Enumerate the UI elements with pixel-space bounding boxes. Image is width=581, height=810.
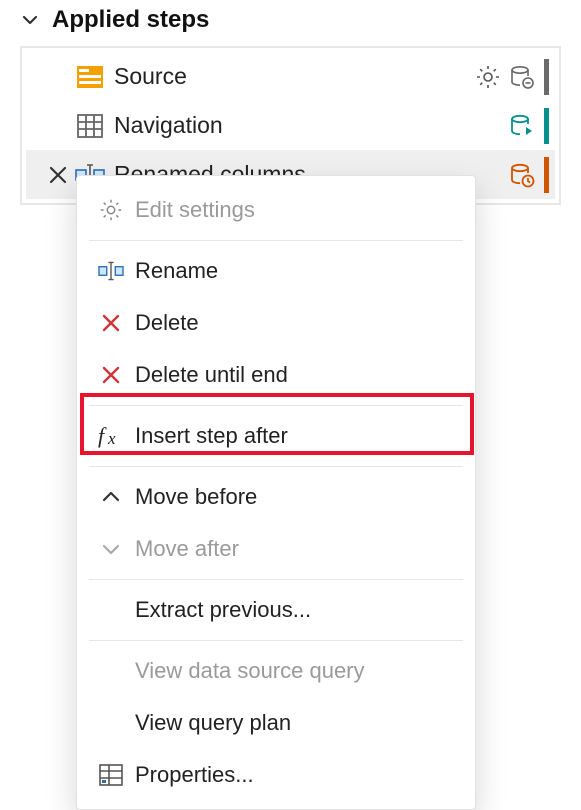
menu-view-data-source-query: View data source query [77,645,475,697]
step-actions [508,157,549,193]
step-actions [474,59,549,95]
database-refresh-icon[interactable] [508,112,536,140]
menu-label: Delete [131,310,199,336]
accent-bar [544,59,549,95]
accent-bar [544,157,549,193]
menu-separator [89,640,463,641]
database-remove-icon[interactable] [508,63,536,91]
menu-label: View query plan [131,710,291,736]
menu-label: Insert step after [131,423,288,449]
delete-step-icon[interactable] [44,164,72,186]
menu-separator [89,466,463,467]
step-row-navigation[interactable]: Navigation [26,101,555,150]
menu-move-before[interactable]: Move before [77,471,475,523]
menu-properties[interactable]: Properties... [77,749,475,801]
chevron-down-icon [91,538,131,560]
svg-text:f: f [98,423,107,448]
menu-move-after: Move after [77,523,475,575]
menu-label: Extract previous... [131,597,311,623]
menu-label: Delete until end [131,362,288,388]
svg-text:x: x [107,429,116,448]
properties-icon [91,761,131,789]
menu-separator [89,579,463,580]
x-icon [91,312,131,334]
menu-label: Move after [131,536,239,562]
database-clock-icon[interactable] [508,161,536,189]
step-label: Source [108,63,474,90]
menu-delete[interactable]: Delete [77,297,475,349]
chevron-down-icon [20,10,40,30]
gear-icon [91,197,131,223]
menu-view-query-plan[interactable]: View query plan [77,697,475,749]
context-menu: Edit settings Rename Delete Delete until… [76,175,476,810]
menu-insert-step-after[interactable]: f x Insert step after [77,410,475,462]
fx-icon: f x [91,423,131,449]
step-row-source[interactable]: Source [26,52,555,101]
step-label: Navigation [108,112,508,139]
menu-label: Rename [131,258,218,284]
menu-rename[interactable]: Rename [77,245,475,297]
menu-label: View data source query [131,658,365,684]
menu-separator [89,240,463,241]
panel-header[interactable]: Applied steps [0,0,581,40]
menu-edit-settings: Edit settings [77,184,475,236]
menu-label: Edit settings [131,197,255,223]
menu-separator [89,405,463,406]
rename-icon [91,259,131,283]
accent-bar [544,108,549,144]
chevron-up-icon [91,486,131,508]
source-icon [72,62,108,92]
menu-label: Move before [131,484,257,510]
step-actions [508,108,549,144]
menu-extract-previous[interactable]: Extract previous... [77,584,475,636]
menu-label: Properties... [131,762,254,788]
table-icon [72,111,108,141]
gear-icon[interactable] [474,63,502,91]
x-icon [91,364,131,386]
menu-delete-until-end[interactable]: Delete until end [77,349,475,401]
panel-title: Applied steps [52,6,209,34]
